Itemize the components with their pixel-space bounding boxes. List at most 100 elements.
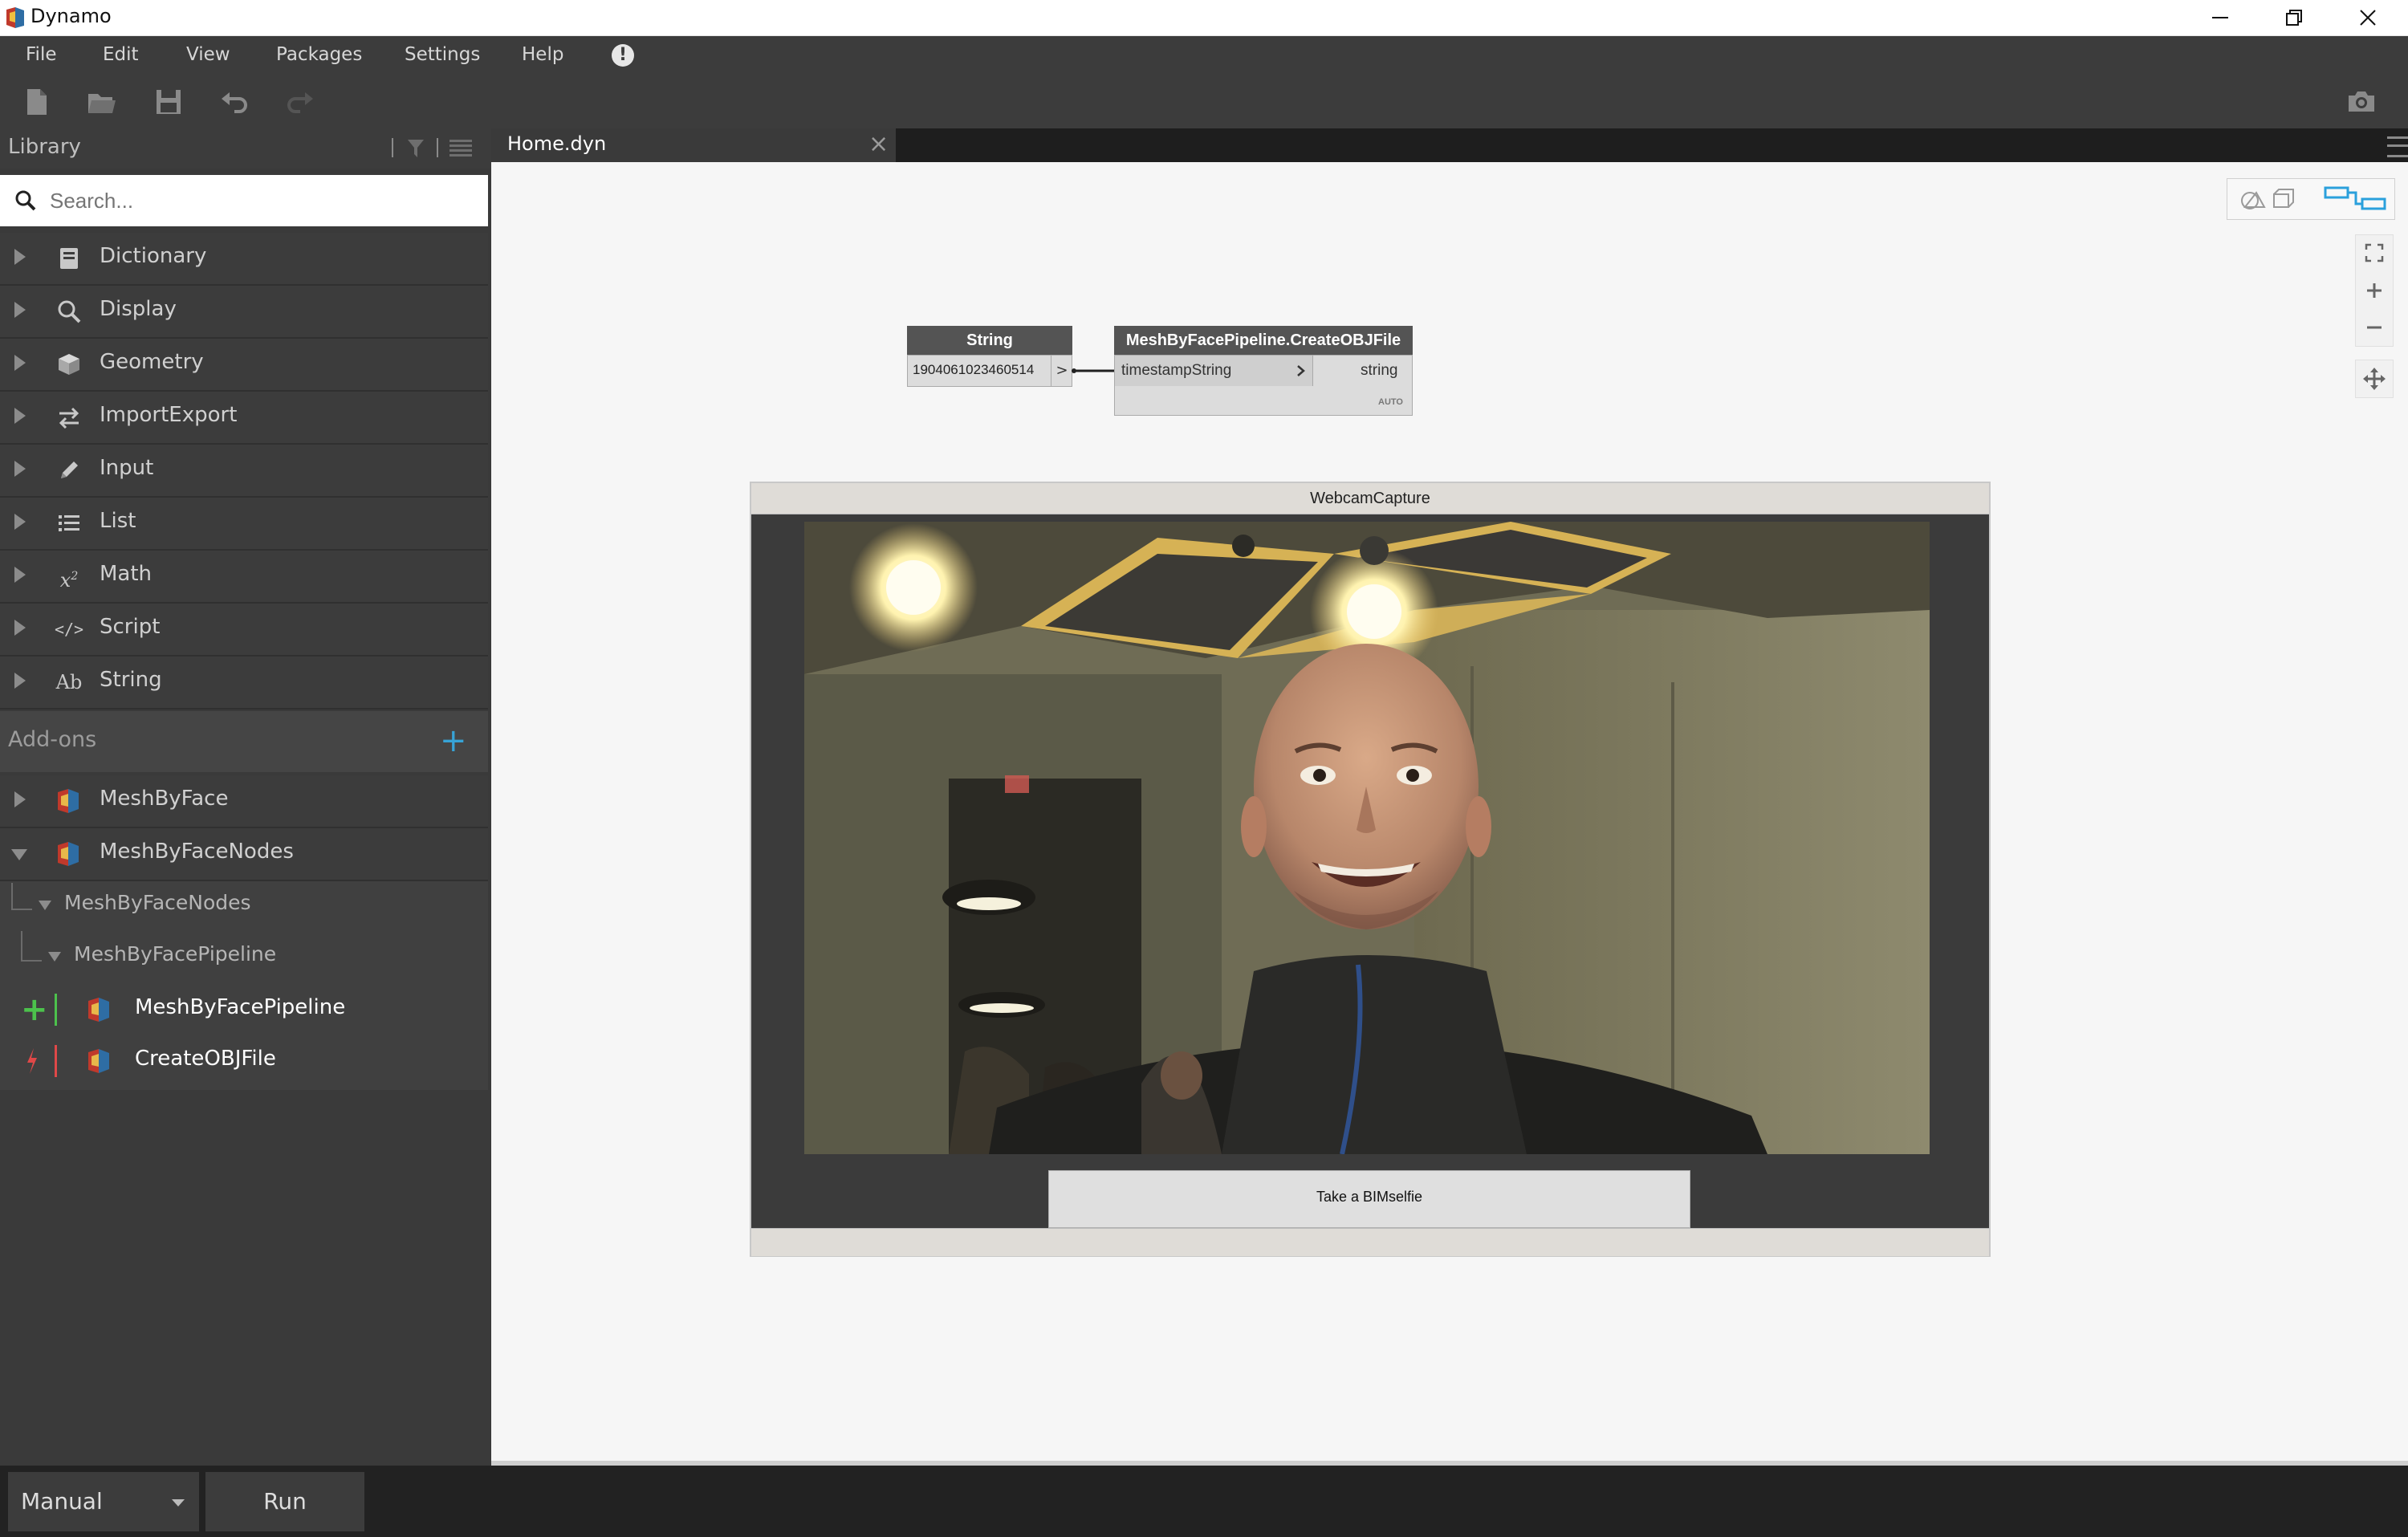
menu-view[interactable]: View xyxy=(186,36,230,73)
run-mode-value: Manual xyxy=(21,1488,103,1515)
menu-packages[interactable]: Packages xyxy=(276,36,362,73)
node-title: MeshByFacePipeline.CreateOBJFile xyxy=(1114,326,1413,355)
expand-arrow-icon[interactable] xyxy=(14,620,26,636)
library-category-importexport[interactable]: ImportExport xyxy=(0,392,488,445)
divider xyxy=(392,138,393,157)
run-mode-dropdown[interactable]: Manual xyxy=(8,1472,199,1531)
window-titlebar: Dynamo xyxy=(0,0,2408,36)
library-header: Library xyxy=(0,128,491,169)
add-package-icon[interactable]: + xyxy=(440,722,467,759)
graph-canvas[interactable]: String 1904061023460514 > MeshByFacePipe… xyxy=(494,162,2408,1462)
divider xyxy=(437,138,438,157)
workspace-tab-strip: Home.dyn × xyxy=(491,128,2408,162)
run-button[interactable]: Run xyxy=(205,1472,364,1531)
workspace-menu-icon[interactable] xyxy=(2387,136,2408,157)
zoom-in-icon[interactable] xyxy=(2365,281,2384,300)
library-category-script[interactable]: </> Script xyxy=(0,604,488,657)
tab-home-dyn[interactable]: Home.dyn × xyxy=(491,128,896,162)
button-label: Take a BIMselfie xyxy=(1316,1189,1423,1205)
node-item-createobjfile[interactable]: CreateOBJFile xyxy=(0,1035,488,1087)
close-window-button[interactable] xyxy=(2331,0,2405,35)
node-item-label: MeshByFacePipeline xyxy=(135,995,346,1019)
graph-view-icon[interactable] xyxy=(2324,186,2388,212)
output-port[interactable]: > xyxy=(1051,356,1072,386)
tree-node-label[interactable]: MeshByFaceNodes xyxy=(64,891,251,914)
node-type-bar xyxy=(55,1045,57,1077)
addon-tree: MeshByFaceNodes MeshByFacePipeline + Mes… xyxy=(0,881,488,1090)
menu-settings[interactable]: Settings xyxy=(405,36,480,73)
node-item-meshbyfacepipeline[interactable]: + MeshByFacePipeline xyxy=(0,984,488,1035)
library-category-list[interactable]: List xyxy=(0,498,488,551)
library-category-display[interactable]: Display xyxy=(0,286,488,339)
pan-icon[interactable] xyxy=(2363,368,2386,390)
expand-arrow-icon[interactable] xyxy=(14,249,26,265)
library-category-string[interactable]: Ab String xyxy=(0,657,488,710)
library-category-input[interactable]: Input xyxy=(0,445,488,498)
menu-edit[interactable]: Edit xyxy=(103,36,139,73)
window-title: Dynamo xyxy=(31,5,112,27)
tab-close-icon[interactable]: × xyxy=(868,130,889,158)
camera-icon[interactable] xyxy=(2345,86,2377,118)
expand-arrow-icon[interactable] xyxy=(14,302,26,318)
package-node-icon xyxy=(88,1049,109,1073)
save-icon[interactable] xyxy=(153,86,185,118)
node-body: 1904061023460514 > xyxy=(907,355,1072,387)
open-file-icon[interactable] xyxy=(85,86,117,118)
lacing-indicator[interactable]: AUTO xyxy=(1378,397,1403,407)
filter-icon[interactable] xyxy=(406,138,425,159)
string-node[interactable]: String 1904061023460514 > xyxy=(907,326,1072,387)
string-value-field[interactable]: 1904061023460514 xyxy=(913,362,1034,378)
webcam-capture-node[interactable]: WebcamCapture Take a BIMselfie xyxy=(750,482,1991,1257)
minimize-button[interactable] xyxy=(2183,0,2257,35)
create-node-icon: + xyxy=(21,991,48,1028)
list-view-icon[interactable] xyxy=(449,140,472,157)
category-label: Display xyxy=(100,297,177,321)
input-port[interactable]: timestampString xyxy=(1115,356,1313,386)
menu-file[interactable]: File xyxy=(26,36,57,73)
library-category-dictionary[interactable]: Dictionary xyxy=(0,233,488,286)
webcam-node-header: WebcamCapture xyxy=(751,483,1989,514)
expand-arrow-icon[interactable] xyxy=(14,461,26,477)
collapse-arrow-icon[interactable] xyxy=(39,901,51,910)
pipeline-node[interactable]: MeshByFacePipeline.CreateOBJFile timesta… xyxy=(1114,326,1413,416)
restore-button[interactable] xyxy=(2257,0,2331,35)
new-file-icon[interactable] xyxy=(21,86,53,118)
undo-icon[interactable] xyxy=(218,86,250,118)
category-label: Dictionary xyxy=(100,244,207,268)
expand-arrow-icon[interactable] xyxy=(14,355,26,371)
search-icon xyxy=(15,190,36,211)
expand-arrow-icon[interactable] xyxy=(14,673,26,689)
addon-meshbyfacenodes[interactable]: MeshByFaceNodes xyxy=(0,828,488,881)
cube-icon xyxy=(59,354,79,375)
webcam-node-footer xyxy=(751,1228,1989,1256)
collapse-arrow-icon[interactable] xyxy=(48,952,61,962)
zoom-out-icon[interactable] xyxy=(2365,318,2384,337)
menu-help[interactable]: Help xyxy=(522,36,563,73)
expand-arrow-icon[interactable] xyxy=(14,567,26,583)
library-category-math[interactable]: x2 Math xyxy=(0,551,488,604)
webcam-preview-image xyxy=(804,522,1930,1154)
redo-icon xyxy=(287,92,313,113)
output-port-label[interactable]: string xyxy=(1361,362,1397,380)
list-icon xyxy=(59,515,79,531)
search-input[interactable] xyxy=(50,183,475,218)
action-node-icon xyxy=(27,1048,37,1074)
expand-arrow-icon[interactable] xyxy=(14,791,26,807)
geometry-view-icon[interactable] xyxy=(2237,186,2301,212)
zoom-to-fit-icon[interactable] xyxy=(2365,243,2384,262)
collapse-arrow-icon[interactable] xyxy=(11,849,27,860)
package-node-icon xyxy=(88,998,109,1022)
take-selfie-button[interactable]: Take a BIMselfie xyxy=(1048,1170,1690,1228)
library-category-geometry[interactable]: Geometry xyxy=(0,339,488,392)
expand-arrow-icon[interactable] xyxy=(14,408,26,424)
addon-label: MeshByFace xyxy=(100,787,229,811)
tree-node-label[interactable]: MeshByFacePipeline xyxy=(74,942,276,966)
addon-meshbyface[interactable]: MeshByFace xyxy=(0,775,488,828)
category-label: Input xyxy=(100,456,154,480)
library-search-box[interactable] xyxy=(0,175,488,226)
dictionary-icon xyxy=(60,248,78,269)
expand-arrow-icon[interactable] xyxy=(14,514,26,530)
library-panel: Library Dictionary xyxy=(0,128,491,1466)
view-toggle xyxy=(2227,178,2395,220)
alert-icon[interactable]: ! xyxy=(612,44,634,67)
